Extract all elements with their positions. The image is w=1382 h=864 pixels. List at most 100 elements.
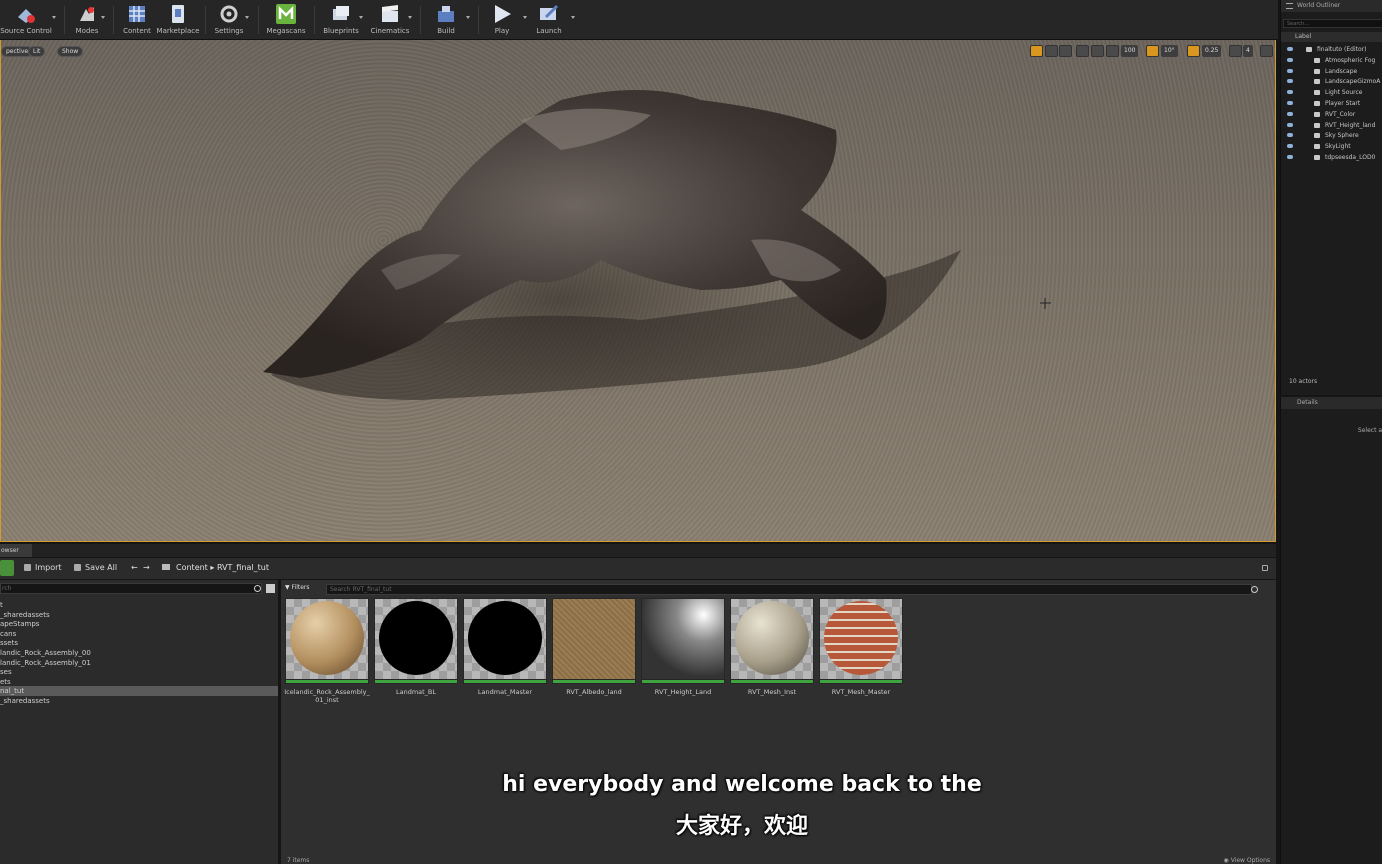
visibility-eye-icon[interactable] [1287, 68, 1293, 73]
folder-tree-item[interactable]: ssets [0, 638, 278, 648]
show-button[interactable]: Show [57, 46, 84, 57]
lit-button[interactable]: Lit [28, 46, 46, 57]
details-tab[interactable]: Details [1281, 397, 1382, 409]
outliner-row[interactable]: RVT_Height_land [1281, 120, 1382, 131]
search-icon[interactable] [1251, 586, 1258, 593]
launch-dropdown[interactable] [571, 16, 575, 19]
asset-tile[interactable] [463, 598, 547, 684]
actor-count: 10 actors [1289, 378, 1318, 385]
launch-button[interactable]: Launch [532, 1, 566, 38]
play-button[interactable]: Play [484, 1, 520, 38]
camera-speed-value[interactable]: 4 [1243, 45, 1253, 57]
visibility-eye-icon[interactable] [1287, 57, 1293, 62]
cinematics-button[interactable]: Cinematics [368, 1, 412, 38]
world-local-icon[interactable] [1076, 45, 1089, 57]
marketplace-button[interactable]: Marketplace [156, 1, 200, 38]
modes-button[interactable]: Modes [70, 1, 104, 38]
outliner-row[interactable]: Atmospheric Fog [1281, 55, 1382, 66]
visibility-eye-icon[interactable] [1287, 79, 1293, 84]
breadcrumb-content[interactable]: Content [176, 563, 208, 572]
history-forward-button[interactable]: → [143, 563, 150, 572]
folder-tree-item[interactable]: apeStamps [0, 619, 278, 629]
view-toggle-icon[interactable] [266, 584, 275, 593]
folder-tree-item[interactable]: _sharedassets [0, 696, 278, 706]
outliner-label-column[interactable]: Label [1281, 32, 1382, 42]
megascans-button[interactable]: Megascans [262, 1, 310, 38]
outliner-row[interactable]: Light Source [1281, 87, 1382, 98]
asset-search-input[interactable]: Search RVT_final_tut [326, 584, 1252, 595]
filters-button[interactable]: ▼ Filters [285, 584, 310, 591]
asset-tile[interactable] [730, 598, 814, 684]
asset-tile[interactable] [285, 598, 369, 684]
visibility-eye-icon[interactable] [1287, 122, 1293, 127]
scale-snap-icon[interactable] [1187, 45, 1200, 57]
asset-tile[interactable] [374, 598, 458, 684]
view-options-button[interactable]: ◉ View Options [1224, 857, 1270, 864]
grid-size-value[interactable]: 100 [1121, 45, 1139, 57]
folder-tree-item[interactable]: ets [0, 677, 278, 687]
outliner-search-input[interactable]: Search... [1283, 19, 1382, 28]
save-all-button[interactable]: Save All [74, 563, 117, 572]
cinematics-dropdown[interactable] [408, 16, 412, 19]
asset-tile[interactable] [641, 598, 725, 684]
breadcrumb-rvt-final-tut[interactable]: RVT_final_tut [217, 563, 269, 572]
build-button[interactable]: Build [428, 1, 464, 38]
folder-tree-item[interactable]: t [0, 600, 278, 610]
source-control-dropdown[interactable] [52, 16, 56, 19]
camera-speed-icon[interactable] [1229, 45, 1242, 57]
build-dropdown[interactable] [466, 16, 470, 19]
folder-search-input[interactable]: rch [0, 583, 262, 594]
visibility-eye-icon[interactable] [1287, 90, 1293, 95]
outliner-row[interactable]: SkyLight [1281, 141, 1382, 152]
history-back-button[interactable]: ← [131, 563, 138, 572]
lock-icon[interactable] [1262, 565, 1268, 571]
folder-tree-item[interactable]: landic_Rock_Assembly_00 [0, 648, 278, 658]
visibility-eye-icon[interactable] [1287, 100, 1293, 105]
rotation-snap-icon[interactable] [1146, 45, 1159, 57]
search-icon[interactable] [254, 585, 261, 592]
rotation-snap-value[interactable]: 10° [1161, 45, 1178, 57]
blueprints-dropdown[interactable] [359, 16, 363, 19]
grid-snap-icon[interactable] [1106, 45, 1119, 57]
folder-tree-item[interactable]: nal_tut [0, 686, 278, 697]
visibility-eye-icon[interactable] [1287, 144, 1293, 149]
asset-tile[interactable] [552, 598, 636, 684]
source-control-button[interactable]: Source Control [0, 1, 52, 38]
maximize-viewport-icon[interactable] [1260, 45, 1273, 57]
surface-snap-icon[interactable] [1091, 45, 1104, 57]
play-dropdown[interactable] [523, 16, 527, 19]
settings-button[interactable]: Settings [210, 1, 248, 38]
import-button[interactable]: Import [24, 563, 62, 572]
content-button[interactable]: Content [120, 1, 154, 38]
outliner-row[interactable]: Sky Sphere [1281, 130, 1382, 141]
blueprints-button[interactable]: Blueprints [320, 1, 362, 38]
outliner-row[interactable]: Landscape [1281, 66, 1382, 77]
level-viewport[interactable]: pective Lit Show 100 10° 0.25 4 [0, 40, 1276, 542]
folder-tree-item[interactable]: _sharedassets [0, 610, 278, 620]
folder-tree-item[interactable]: cans [0, 629, 278, 639]
outliner-row[interactable]: Player Start [1281, 98, 1382, 109]
realtime-icon[interactable] [1030, 45, 1043, 57]
rotate-icon[interactable] [1059, 45, 1072, 57]
world-outliner-tab[interactable]: World Outliner [1281, 0, 1382, 12]
outliner-row[interactable]: RVT_Color [1281, 109, 1382, 120]
cinematics-label: Cinematics [370, 27, 410, 35]
scale-snap-value[interactable]: 0.25 [1202, 45, 1222, 57]
visibility-eye-icon[interactable] [1287, 111, 1293, 116]
folder-tree-item[interactable]: landic_Rock_Assembly_01 [0, 658, 278, 668]
outliner-row[interactable]: LandscapeGizmoA [1281, 76, 1382, 87]
visibility-eye-icon[interactable] [1287, 47, 1293, 51]
add-new-button[interactable] [0, 560, 14, 576]
asset-tile[interactable] [819, 598, 903, 684]
content-browser-tab[interactable]: owser [0, 544, 32, 557]
translate-icon[interactable] [1045, 45, 1058, 57]
outliner-row[interactable]: tdpseesda_LOD0 [1281, 152, 1382, 163]
folder-tree-item[interactable]: ses [0, 667, 278, 677]
asset-label: Icelandic_Rock_Assembly_ 01_inst [282, 688, 372, 704]
settings-dropdown[interactable] [245, 16, 249, 19]
outliner-row[interactable]: finaltuto (Editor) [1281, 44, 1382, 55]
visibility-eye-icon[interactable] [1287, 133, 1293, 138]
modes-dropdown[interactable] [101, 16, 105, 19]
visibility-eye-icon[interactable] [1287, 154, 1293, 159]
breadcrumb: Content ▸ RVT_final_tut [162, 563, 269, 572]
